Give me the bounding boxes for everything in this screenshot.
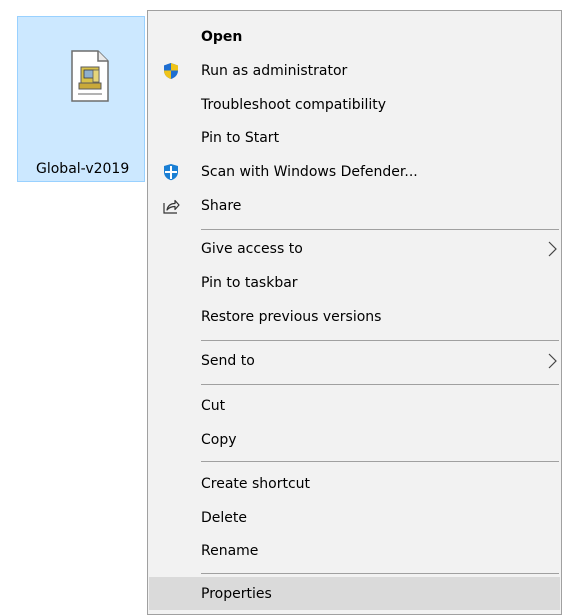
menu-separator [201,461,559,462]
menu-item-properties[interactable]: Properties [149,577,560,610]
menu-item-label: Scan with Windows Defender... [201,163,418,180]
chevron-right-icon [546,240,558,258]
menu-item-label: Send to [201,352,255,369]
menu-item-cut[interactable]: Cut [149,389,560,422]
menu-item-label: Cut [201,397,226,414]
desktop: Global-v2019 Open Run as administrator T… [0,0,563,616]
menu-item-label: Give access to [201,240,303,257]
menu-item-rename[interactable]: Rename [149,534,560,567]
menu-item-label: Create shortcut [201,475,311,492]
menu-item-label: Troubleshoot compatibility [201,96,387,113]
menu-item-run-as-administrator[interactable]: Run as administrator [149,54,560,87]
menu-item-troubleshoot-compatibility[interactable]: Troubleshoot compatibility [149,88,560,121]
menu-item-give-access-to[interactable]: Give access to [149,232,560,265]
share-icon [162,197,180,215]
desktop-file-item[interactable] [17,16,145,182]
menu-item-label: Rename [201,542,259,559]
menu-separator [201,229,559,230]
menu-item-open[interactable]: Open [149,20,560,53]
context-menu: Open Run as administrator Troubleshoot c… [147,10,562,615]
menu-item-label: Run as administrator [201,62,348,79]
menu-item-send-to[interactable]: Send to [149,344,560,377]
uac-shield-icon [162,62,180,80]
menu-item-scan-with-windows-defender[interactable]: Scan with Windows Defender... [149,155,560,188]
menu-separator [201,384,559,385]
menu-item-label: Properties [201,585,272,602]
setup-file-icon [68,50,112,102]
menu-item-delete[interactable]: Delete [149,501,560,534]
menu-item-label: Delete [201,509,247,526]
menu-item-label: Copy [201,431,237,448]
menu-item-label: Open [201,28,243,45]
menu-separator [201,340,559,341]
menu-item-create-shortcut[interactable]: Create shortcut [149,467,560,500]
windows-defender-icon [162,163,180,181]
menu-item-label: Pin to taskbar [201,274,298,291]
menu-item-copy[interactable]: Copy [149,423,560,456]
menu-item-label: Restore previous versions [201,308,382,325]
menu-item-label: Pin to Start [201,129,280,146]
menu-item-pin-to-taskbar[interactable]: Pin to taskbar [149,266,560,299]
menu-item-share[interactable]: Share [149,189,560,222]
menu-separator [201,573,559,574]
menu-item-pin-to-start[interactable]: Pin to Start [149,121,560,154]
chevron-right-icon [546,352,558,370]
menu-item-restore-previous-versions[interactable]: Restore previous versions [149,300,560,333]
menu-item-label: Share [201,197,242,214]
